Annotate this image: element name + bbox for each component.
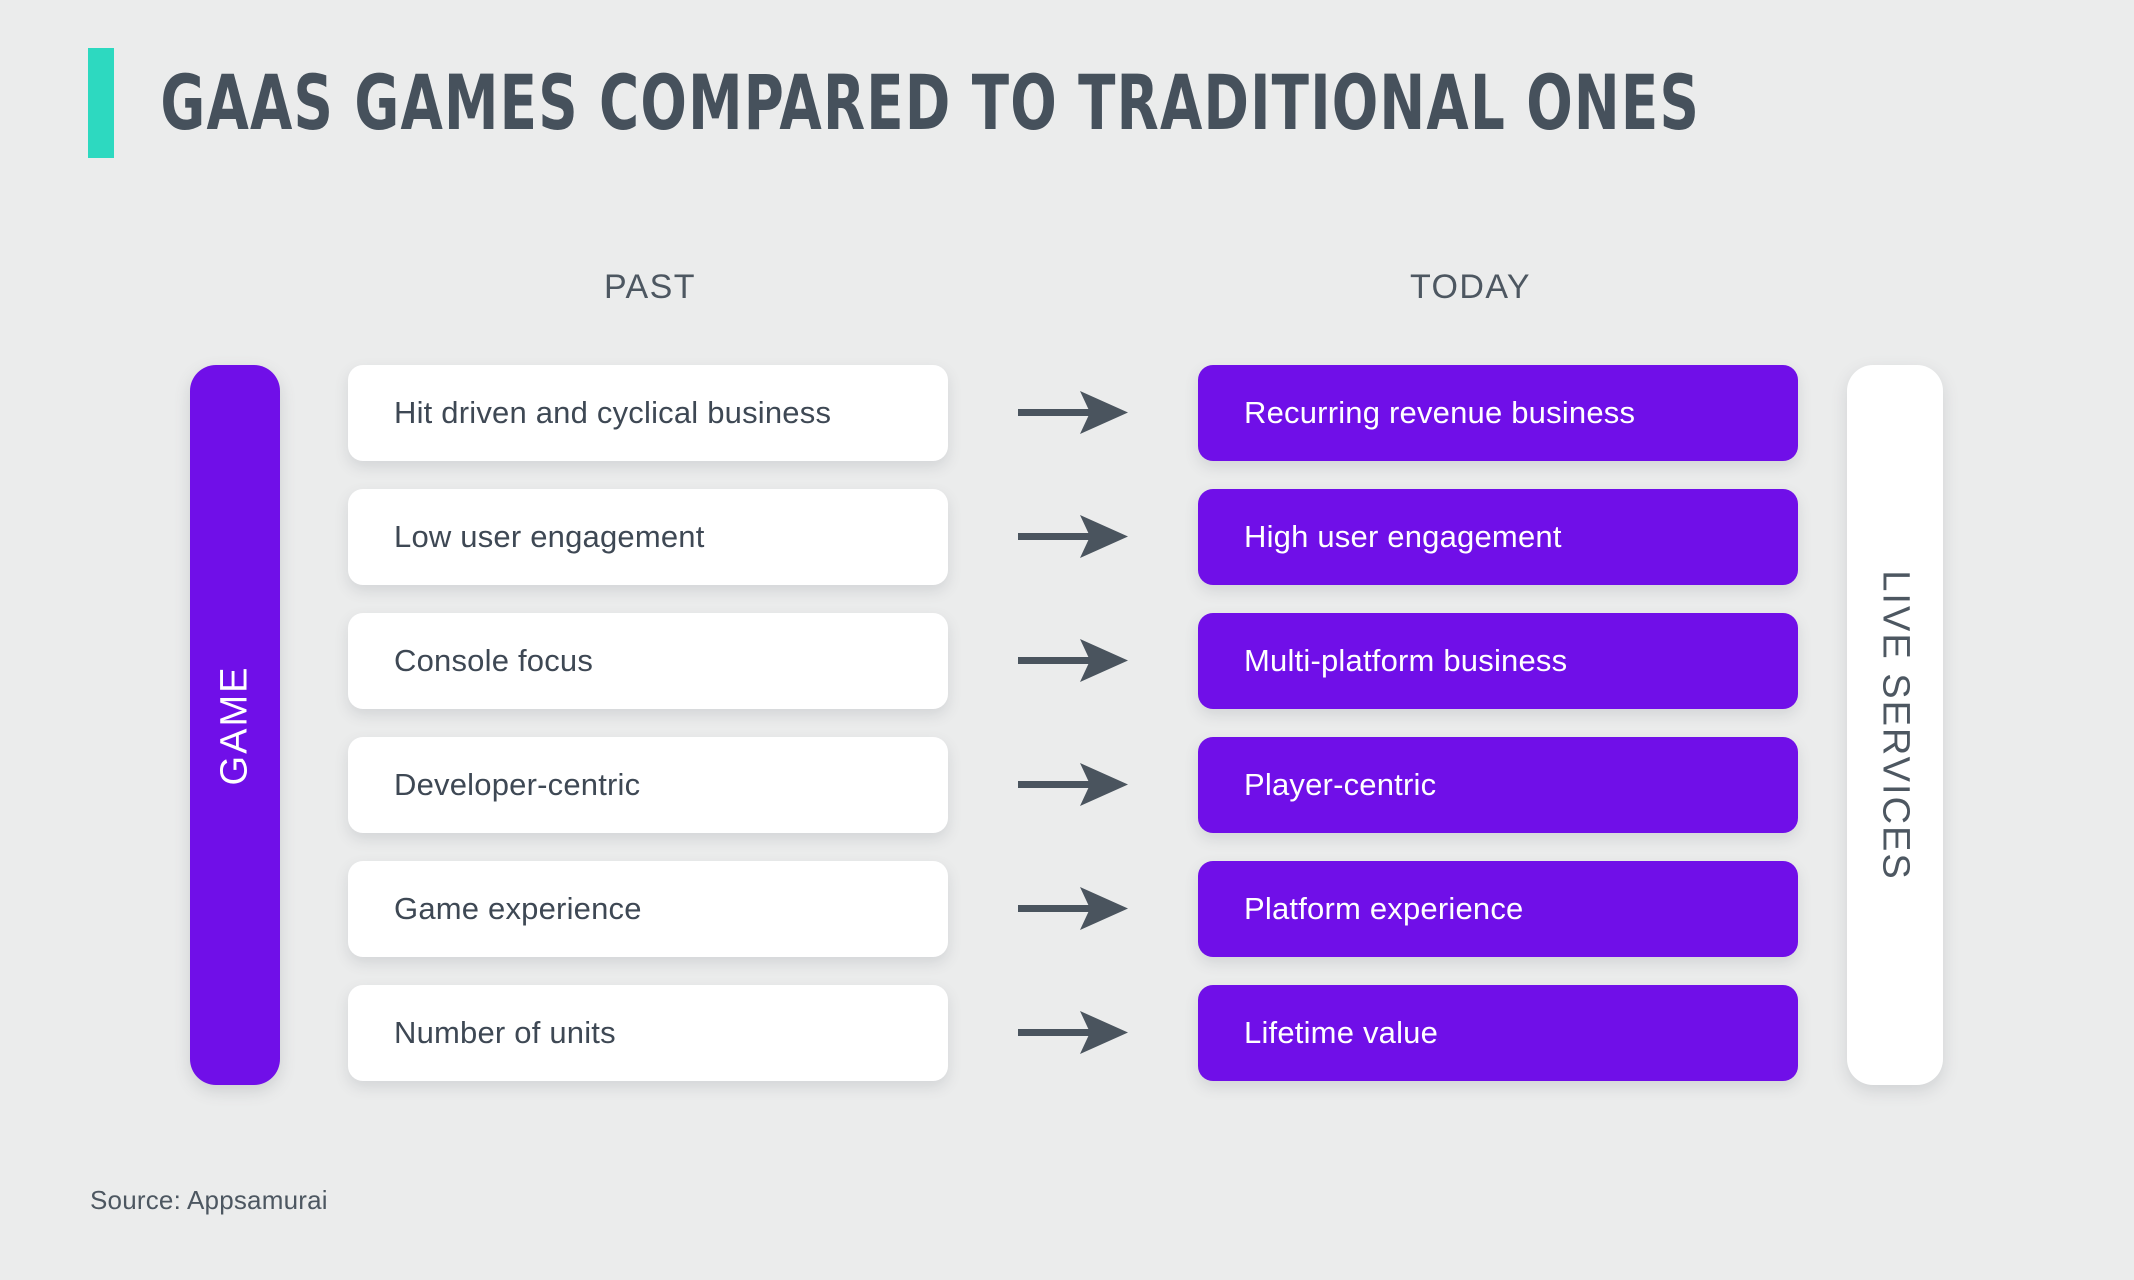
today-card: Recurring revenue business: [1198, 365, 1798, 461]
side-bar-game: GAME: [190, 365, 280, 1085]
today-card: Platform experience: [1198, 861, 1798, 957]
today-card: Lifetime value: [1198, 985, 1798, 1081]
comparison-row: Developer-centric Player-centric: [348, 737, 1798, 833]
side-bar-live-services-label: LIVE SERVICES: [1874, 569, 1917, 881]
arrow-right-icon: [948, 1005, 1198, 1061]
column-heading-today: TODAY: [1410, 268, 1531, 306]
today-card: Player-centric: [1198, 737, 1798, 833]
comparison-rows: Hit driven and cyclical business Recurri…: [348, 365, 1798, 1081]
side-bar-live-services: LIVE SERVICES: [1847, 365, 1943, 1085]
comparison-row: Console focus Multi-platform business: [348, 613, 1798, 709]
past-card: Number of units: [348, 985, 948, 1081]
arrow-right-icon: [948, 757, 1198, 813]
arrow-right-icon: [948, 633, 1198, 689]
source-attribution: Source: Appsamurai: [90, 1185, 328, 1215]
today-card: High user engagement: [1198, 489, 1798, 585]
today-card: Multi-platform business: [1198, 613, 1798, 709]
past-card: Hit driven and cyclical business: [348, 365, 948, 461]
arrow-right-icon: [948, 385, 1198, 441]
column-heading-past: PAST: [604, 268, 696, 306]
header: GAAS GAMES COMPARED TO TRADITIONAL ONES: [88, 48, 2097, 158]
comparison-row: Hit driven and cyclical business Recurri…: [348, 365, 1798, 461]
comparison-row: Number of units Lifetime value: [348, 985, 1798, 1081]
comparison-row: Low user engagement High user engagement: [348, 489, 1798, 585]
past-card: Console focus: [348, 613, 948, 709]
title-accent-bar: [88, 48, 114, 158]
arrow-right-icon: [948, 509, 1198, 565]
page-title: GAAS GAMES COMPARED TO TRADITIONAL ONES: [160, 58, 1701, 147]
past-card: Game experience: [348, 861, 948, 957]
arrow-right-icon: [948, 881, 1198, 937]
past-card: Developer-centric: [348, 737, 948, 833]
past-card: Low user engagement: [348, 489, 948, 585]
comparison-row: Game experience Platform experience: [348, 861, 1798, 957]
side-bar-game-label: GAME: [213, 665, 256, 785]
